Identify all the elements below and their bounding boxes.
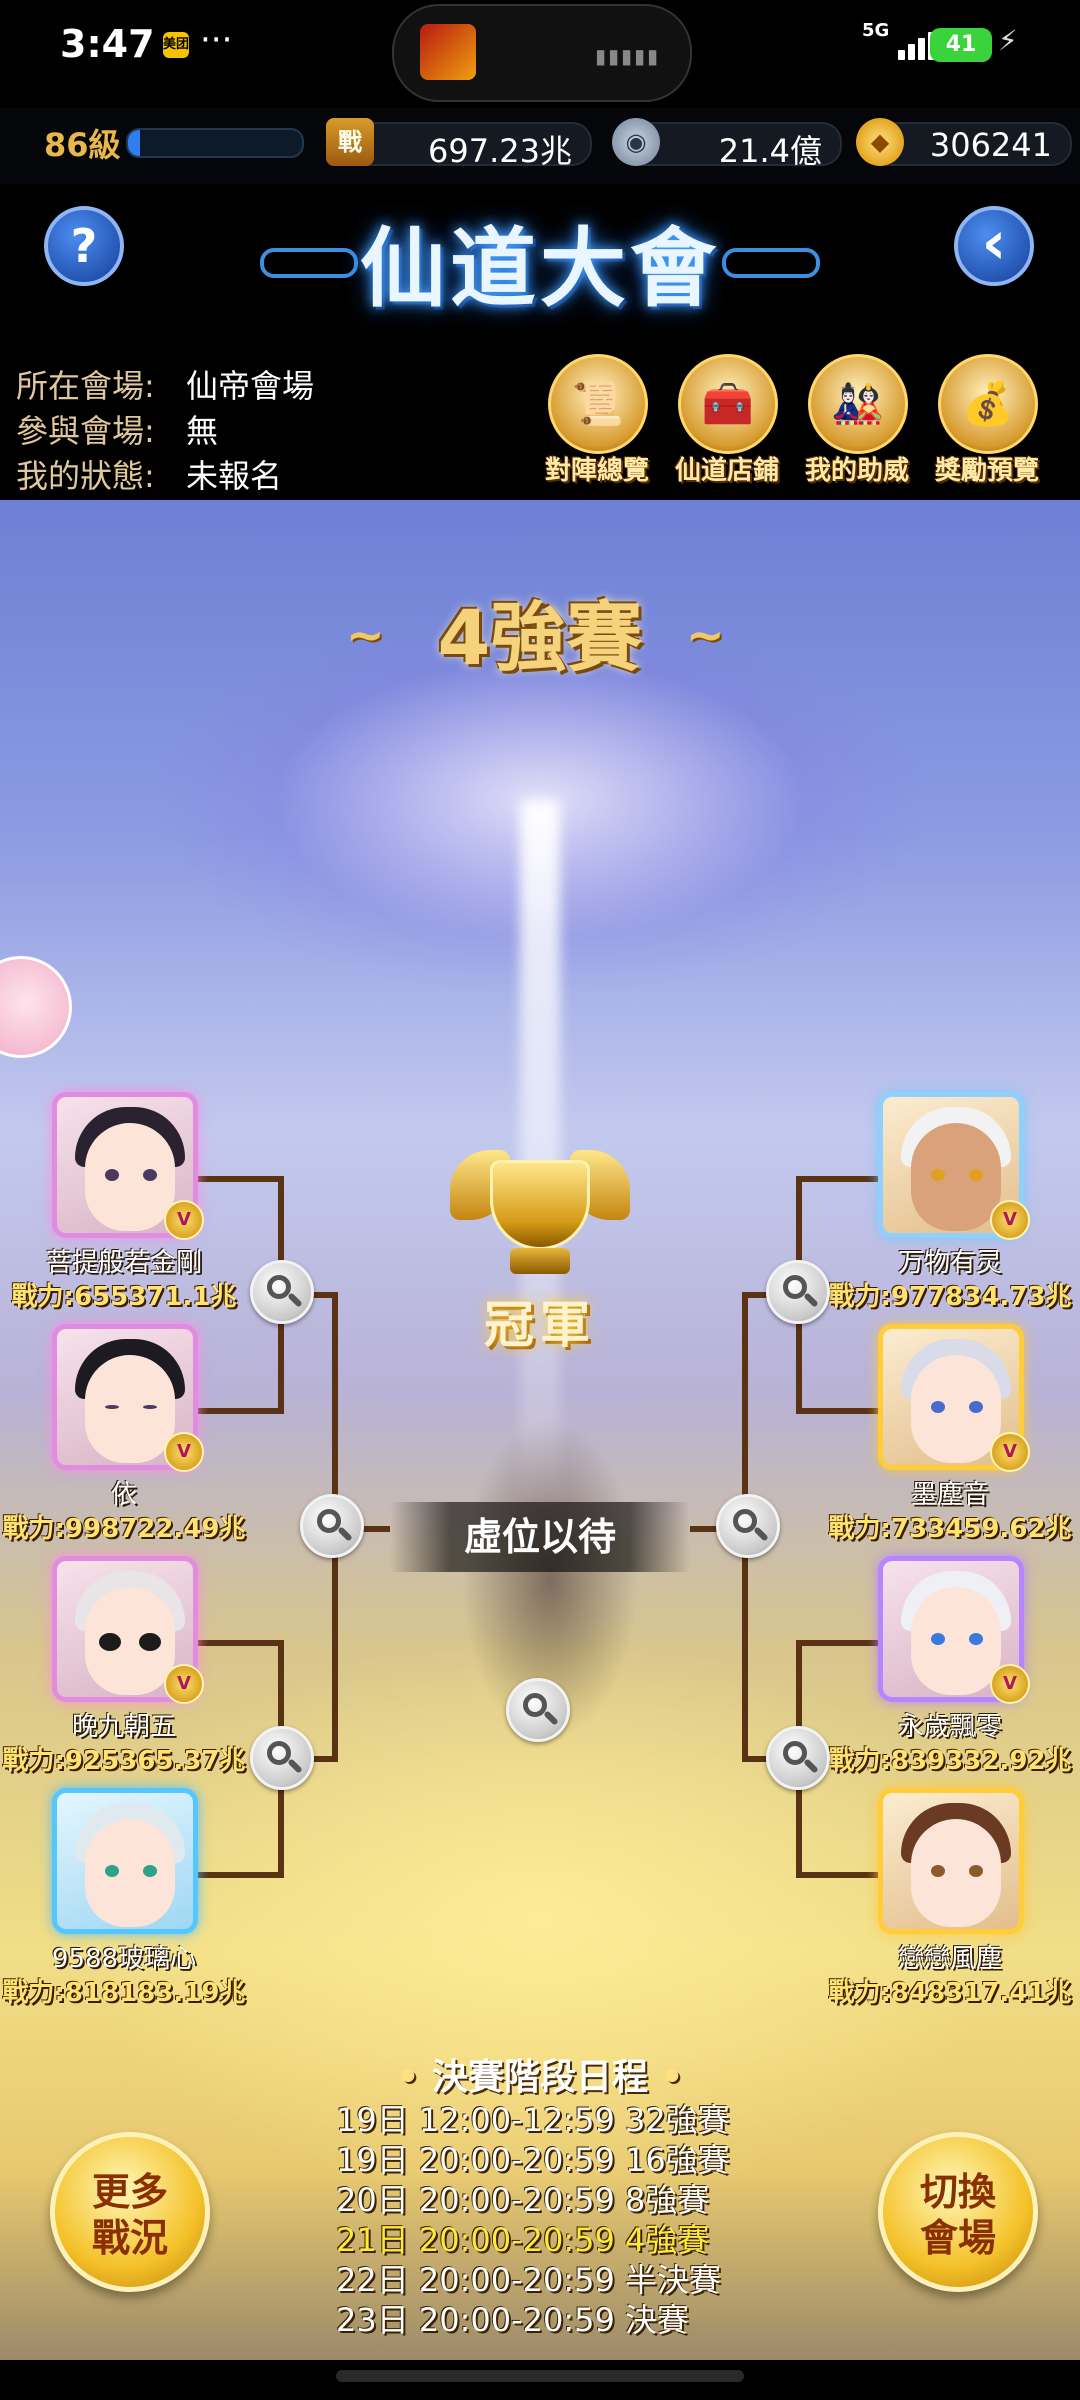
final-schedule: • 決賽階段日程 • 19日 12:00-12:59 32強賽 19日 20:0… bbox=[260, 2048, 820, 2340]
more-battles-button[interactable]: 更多 戰況 bbox=[50, 2132, 210, 2292]
treasure-chest-icon: 🧰 bbox=[701, 379, 755, 428]
player-level: 86級 bbox=[44, 126, 121, 164]
info-row-current-venue: 所在會場: 仙帝會場 bbox=[16, 367, 315, 405]
view-match-button-left-top[interactable] bbox=[250, 1260, 314, 1324]
gold-ingot-icon: ◆ bbox=[856, 118, 904, 166]
schedule-item: 22日 20:00-20:59 半決賽 bbox=[336, 2261, 722, 2299]
status-time: 3:47 bbox=[60, 22, 155, 66]
more-notifications-icon: ··· bbox=[200, 20, 233, 60]
player-card-right-4[interactable]: 戀戀風塵 戰力:848317.41兆 bbox=[828, 1788, 1072, 2018]
dynamic-island[interactable]: ▮▮▮▮▮ bbox=[392, 4, 692, 102]
info-row-my-status: 我的狀態: 未報名 bbox=[16, 457, 283, 495]
game-thumbnail-icon bbox=[420, 24, 476, 80]
battery-icon: 41 bbox=[930, 28, 992, 62]
shop-button[interactable]: 🧰 仙道店鋪 bbox=[662, 354, 792, 494]
charging-icon: ⚡ bbox=[998, 24, 1018, 57]
player-name: 菩提般若金剛 bbox=[45, 1248, 202, 1278]
player-name: 晚九朝五 bbox=[71, 1712, 176, 1742]
reward-preview-button[interactable]: 💰 獎勵預覽 bbox=[922, 354, 1052, 494]
player-power: 戰力:925365.37兆 bbox=[2, 1746, 246, 1776]
view-match-button-left-bottom[interactable] bbox=[250, 1726, 314, 1790]
schedule-title: • 決賽階段日程 • bbox=[396, 2057, 684, 2098]
scroll-icon: 📜 bbox=[571, 379, 625, 428]
player-card-left-3[interactable]: V 晚九朝五 戰力:925365.37兆 bbox=[2, 1556, 246, 1786]
xp-progress-bar bbox=[126, 128, 304, 158]
player-power: 戰力:655371.1兆 bbox=[11, 1282, 237, 1312]
silver-value: 21.4億 bbox=[718, 132, 822, 170]
gold-value: 306241 bbox=[929, 126, 1052, 164]
cheer-icon: 🎎 bbox=[831, 379, 885, 428]
schedule-item-current: 21日 20:00-20:59 4強賽 bbox=[336, 2221, 710, 2259]
meituan-app-icon: 美团 bbox=[163, 32, 189, 58]
switch-venue-button[interactable]: 切換 會場 bbox=[878, 2132, 1038, 2292]
help-icon: ? bbox=[70, 219, 98, 273]
combat-power-value: 697.23兆 bbox=[428, 132, 572, 170]
player-avatar bbox=[52, 1788, 198, 1934]
player-name: 永歲飄零 bbox=[897, 1712, 1002, 1742]
player-power: 戰力:733459.62兆 bbox=[828, 1514, 1072, 1544]
view-match-button-right-bottom[interactable] bbox=[766, 1726, 830, 1790]
trophy-icon bbox=[450, 1140, 630, 1290]
matchup-overview-button[interactable]: 📜 對陣總覽 bbox=[532, 354, 662, 494]
schedule-item: 19日 12:00-12:59 32強賽 bbox=[336, 2101, 730, 2139]
player-name: 戀戀風塵 bbox=[897, 1944, 1002, 1974]
help-button[interactable]: ? bbox=[44, 206, 124, 286]
reward-chest-icon: 💰 bbox=[961, 379, 1015, 428]
tournament-bracket-area: ~ 4強賽 ~ V 菩提般若金剛 戰力:655371.1兆 V 依 戰力:998 bbox=[0, 500, 1080, 2360]
info-row-joined-venue: 參與會場: 無 bbox=[16, 412, 219, 450]
player-power: 戰力:818183.19兆 bbox=[2, 1978, 246, 2008]
player-power: 戰力:839332.92兆 bbox=[828, 1746, 1072, 1776]
player-name: 9588玻璃心 bbox=[51, 1944, 197, 1974]
champion-pending-text: 虛位以待 bbox=[390, 1502, 690, 1572]
venue-info: 所在會場: 仙帝會場 參與會場: 無 我的狀態: 未報名 bbox=[16, 364, 314, 499]
schedule-item: 20日 20:00-20:59 8強賽 bbox=[336, 2181, 710, 2219]
player-card-right-1[interactable]: V 万物有灵 戰力:977834.73兆 bbox=[828, 1092, 1072, 1322]
back-arrow-icon: ‹ bbox=[981, 208, 1007, 278]
player-avatar bbox=[878, 1788, 1024, 1934]
player-card-left-2[interactable]: V 依 戰力:998722.49兆 bbox=[2, 1324, 246, 1554]
stage-title: 4強賽 bbox=[437, 593, 643, 682]
gold-display[interactable]: ◆ 306241 bbox=[856, 118, 1072, 166]
audio-waveform-icon: ▮▮▮▮▮ bbox=[594, 44, 660, 68]
event-menu: 📜 對陣總覽 🧰 仙道店鋪 🎎 我的助威 💰 獎勵預覽 bbox=[532, 354, 1072, 494]
combat-power-icon: 戰 bbox=[326, 118, 374, 166]
page-title: 仙道大會 bbox=[360, 219, 720, 319]
schedule-item: 19日 20:00-20:59 16強賽 bbox=[336, 2141, 730, 2179]
my-cheer-button[interactable]: 🎎 我的助威 bbox=[792, 354, 922, 494]
player-card-right-3[interactable]: V 永歲飄零 戰力:839332.92兆 bbox=[828, 1556, 1072, 1786]
combat-power-display: 戰 697.23兆 bbox=[326, 118, 592, 170]
view-match-button-right-top[interactable] bbox=[766, 1260, 830, 1324]
silver-display[interactable]: ◉ 21.4億 bbox=[612, 118, 842, 170]
champion-label: 冠軍 bbox=[484, 1296, 596, 1354]
back-button[interactable]: ‹ bbox=[954, 206, 1034, 286]
resource-bar: 86級 戰 697.23兆 ◉ 21.4億 ◆ 306241 bbox=[0, 108, 1080, 184]
player-card-right-2[interactable]: V 墨塵音 戰力:733459.62兆 bbox=[828, 1324, 1072, 1554]
view-match-button-left-semi[interactable] bbox=[300, 1494, 364, 1558]
rank-badge-icon: V bbox=[164, 1664, 204, 1704]
event-header: ? 仙道大會 ‹ 所在會場: 仙帝會場 參與會場: 無 我的狀態: 未報名 📜 對陣總… bbox=[0, 184, 1080, 500]
view-final-button[interactable] bbox=[506, 1678, 570, 1742]
view-match-button-right-semi[interactable] bbox=[716, 1494, 780, 1558]
player-card-left-4[interactable]: 9588玻璃心 戰力:818183.19兆 bbox=[2, 1788, 246, 2018]
cloud-swirl-right-icon: ~ bbox=[686, 608, 725, 662]
rank-badge-icon: V bbox=[990, 1432, 1030, 1472]
player-power: 戰力:998722.49兆 bbox=[2, 1514, 246, 1544]
network-type: 5G bbox=[862, 20, 890, 41]
player-name: 墨塵音 bbox=[910, 1480, 989, 1510]
status-bar: 3:47 美团 ··· ▮▮▮▮▮ 5G 41 ⚡ bbox=[0, 0, 1080, 108]
rank-badge-icon: V bbox=[164, 1432, 204, 1472]
player-name: 依 bbox=[110, 1480, 137, 1510]
rank-badge-icon: V bbox=[990, 1664, 1030, 1704]
player-power: 戰力:848317.41兆 bbox=[828, 1978, 1072, 2008]
schedule-item: 23日 20:00-20:59 決賽 bbox=[336, 2301, 690, 2339]
mascot-avatar-button[interactable] bbox=[0, 956, 72, 1058]
silver-coin-icon: ◉ bbox=[612, 118, 660, 166]
player-power: 戰力:977834.73兆 bbox=[828, 1282, 1072, 1312]
player-card-left-1[interactable]: V 菩提般若金剛 戰力:655371.1兆 bbox=[4, 1092, 244, 1322]
rank-badge-icon: V bbox=[164, 1200, 204, 1240]
player-name: 万物有灵 bbox=[897, 1248, 1002, 1278]
home-indicator[interactable] bbox=[336, 2370, 744, 2382]
rank-badge-icon: V bbox=[990, 1200, 1030, 1240]
